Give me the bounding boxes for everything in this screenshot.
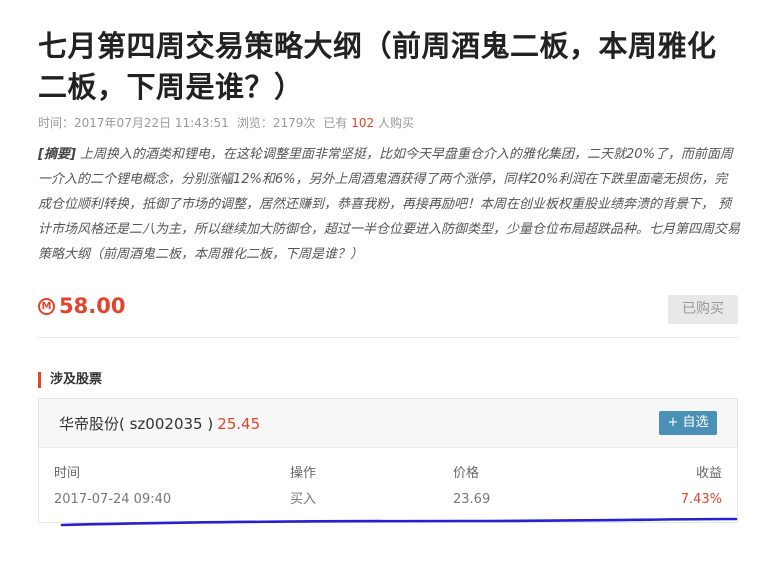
header-operation: 操作 xyxy=(290,466,317,481)
time-value: 2017年07月22日 11:43:51 xyxy=(74,116,229,130)
article-title: 七月第四周交易策略大纲（前周酒鬼二板，本周雅化二板，下周是谁？） xyxy=(38,29,717,104)
stock-card: 华帝股份( sz002035 ) 25.45 + 自选 时间 操作 价格 收益 2… xyxy=(38,398,738,523)
section-title-stocks: 涉及股票 xyxy=(38,372,102,388)
buyers-count: 102 xyxy=(351,116,375,130)
article-abstract: [摘要] 上周换入的酒类和锂电，在这轮调整里面非常坚挺，比如今天早盘重仓介入的雅… xyxy=(38,142,740,267)
underline-stroke xyxy=(60,517,738,527)
header-profit: 收益 xyxy=(695,466,722,481)
trade-table: 时间 操作 价格 收益 2017-07-24 09:40 买入 23.69 7.… xyxy=(54,461,722,513)
stock-link[interactable]: 华帝股份( sz002035 ) 25.45 xyxy=(59,414,260,434)
row-operation: 买入 xyxy=(290,492,317,507)
abstract-text: 上周换入的酒类和锂电，在这轮调整里面非常坚挺，比如今天早盘重仓介入的雅化集团，二… xyxy=(38,147,741,262)
bought-button[interactable]: 已购买 xyxy=(668,295,738,324)
time-label: 时间： xyxy=(38,116,75,130)
article-price: 58.00 xyxy=(59,294,126,318)
buyers-suffix: 人购买 xyxy=(377,116,414,130)
stock-name: 华帝股份( sz002035 ) xyxy=(59,415,214,433)
hand-drawn-underline xyxy=(60,517,738,527)
table-header-row: 时间 操作 价格 收益 xyxy=(54,461,722,487)
divider xyxy=(38,337,738,338)
table-row: 2017-07-24 09:40 买入 23.69 7.43% xyxy=(54,487,722,513)
views-value: 2179次 xyxy=(272,116,316,130)
add-watchlist-button[interactable]: + 自选 xyxy=(659,411,717,435)
currency-icon: M xyxy=(38,298,55,315)
header-price: 价格 xyxy=(453,466,480,481)
row-price: 23.69 xyxy=(453,492,491,507)
stock-card-header: 华帝股份( sz002035 ) 25.45 + 自选 xyxy=(39,399,737,448)
header-time: 时间 xyxy=(54,466,81,481)
buyers-prefix: 已有 xyxy=(323,116,348,130)
stock-price: 25.45 xyxy=(217,415,261,433)
article-meta: 时间：2017年07月22日 11:43:51 浏览：2179次 已有 102 人购… xyxy=(38,114,738,132)
views-label: 浏览： xyxy=(236,116,273,130)
abstract-tag: [摘要] xyxy=(38,147,76,162)
price-row: M 58.00 已购买 xyxy=(38,290,738,326)
row-profit: 7.43% xyxy=(680,492,722,507)
row-time: 2017-07-24 09:40 xyxy=(54,492,172,507)
